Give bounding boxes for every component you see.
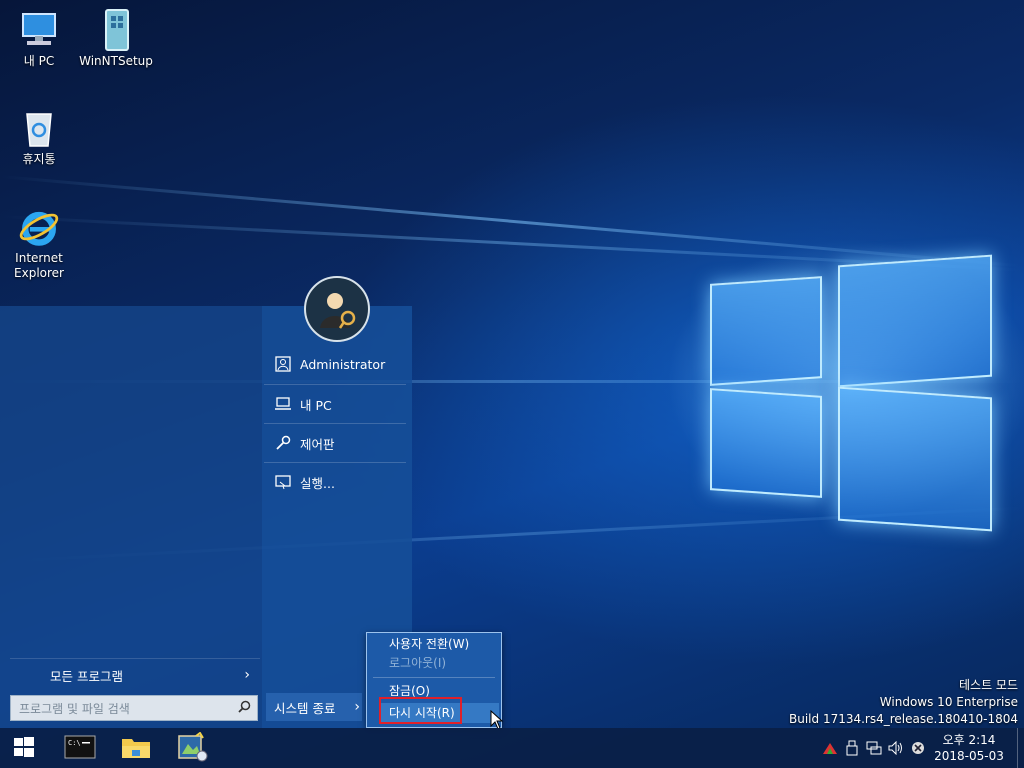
desktop-icon-label: WinNTSetup	[79, 54, 153, 68]
desktop-icon-internet-explorer[interactable]: Internet Explorer	[1, 205, 77, 281]
start-item-label: 실행...	[300, 475, 335, 491]
desktop-icon-label: Internet Explorer	[14, 251, 64, 280]
taskbar-cmd-button[interactable]: C:\	[56, 728, 104, 768]
desktop-icon-label: 내 PC	[23, 54, 55, 68]
command-prompt-icon: C:\	[64, 735, 96, 762]
wrench-icon	[272, 432, 294, 454]
search-icon	[238, 700, 251, 716]
desktop-icon-recycle-bin[interactable]: 휴지통	[1, 106, 77, 167]
menu-item-switch-user[interactable]: 사용자 전환(W)	[389, 635, 469, 653]
desktop-icon-label: 휴지통	[22, 152, 56, 166]
show-desktop-button[interactable]	[1017, 728, 1024, 768]
image-tool-icon	[176, 731, 208, 765]
usb-drive-icon[interactable]	[841, 728, 863, 768]
internet-explorer-icon	[17, 205, 61, 249]
system-tray: 오후 2:14 2018-05-03	[819, 728, 1024, 768]
desktop-icon-my-pc[interactable]: 내 PC	[1, 8, 77, 69]
svg-text:C:\: C:\	[68, 739, 81, 747]
start-button[interactable]	[0, 728, 48, 768]
start-item-my-pc[interactable]: 내 PC	[264, 385, 406, 423]
wallpaper-windows-logo	[700, 240, 1000, 540]
start-item-control-panel[interactable]: 제어판	[264, 424, 406, 462]
start-search-input[interactable]: 프로그램 및 파일 검색	[10, 695, 258, 721]
shutdown-label: 시스템 종료	[274, 700, 336, 716]
start-item-label: Administrator	[300, 356, 386, 372]
network-icon[interactable]	[863, 728, 885, 768]
menu-item-logoff: 로그아웃(I)	[389, 656, 447, 670]
taskbar: C:\ 오후 2:14 2018-05-03	[0, 728, 1024, 768]
start-item-label: 제어판	[300, 436, 335, 452]
clock-time: 오후 2:14	[942, 733, 996, 747]
menu-separator	[373, 677, 495, 678]
run-icon	[272, 471, 294, 493]
installer-icon	[94, 8, 138, 52]
all-programs-button[interactable]: 모든 프로그램 ›	[10, 658, 260, 691]
volume-icon[interactable]	[885, 728, 907, 768]
watermark-line: Windows 10 Enterprise	[879, 695, 1018, 709]
mouse-cursor-icon	[490, 709, 504, 730]
folder-icon	[121, 734, 151, 763]
start-item-run[interactable]: 실행...	[264, 463, 406, 501]
annotation-highlight-box	[379, 697, 462, 724]
taskbar-clock[interactable]: 오후 2:14 2018-05-03	[929, 732, 1009, 764]
start-item-label: 내 PC	[300, 397, 332, 413]
computer-icon	[272, 393, 294, 415]
taskbar-app-button[interactable]	[168, 728, 216, 768]
test-mode-watermark: 테스트 모드 Windows 10 Enterprise Build 17134…	[789, 677, 1018, 728]
close-circle-icon[interactable]	[907, 728, 929, 768]
desktop-icon-winntsetup[interactable]: WinNTSetup	[78, 8, 154, 69]
watermark-line: Build 17134.rs4_release.180410-1804	[789, 712, 1018, 726]
shutdown-button[interactable]: 시스템 종료 ›	[266, 693, 362, 721]
recycle-bin-icon	[17, 106, 61, 150]
chevron-right-icon[interactable]: ›	[354, 699, 360, 715]
user-avatar[interactable]	[304, 276, 370, 342]
computer-icon	[17, 8, 61, 52]
user-icon	[272, 353, 294, 375]
chevron-right-icon: ›	[244, 667, 250, 683]
windows-logo-icon	[13, 736, 35, 761]
clock-date: 2018-05-03	[934, 749, 1004, 763]
search-placeholder: 프로그램 및 파일 검색	[19, 701, 130, 716]
taskbar-explorer-button[interactable]	[112, 728, 160, 768]
tray-app-icon[interactable]	[819, 728, 841, 768]
watermark-line: 테스트 모드	[958, 678, 1018, 692]
start-item-administrator[interactable]: Administrator	[264, 345, 406, 383]
all-programs-label: 모든 프로그램	[50, 668, 123, 684]
